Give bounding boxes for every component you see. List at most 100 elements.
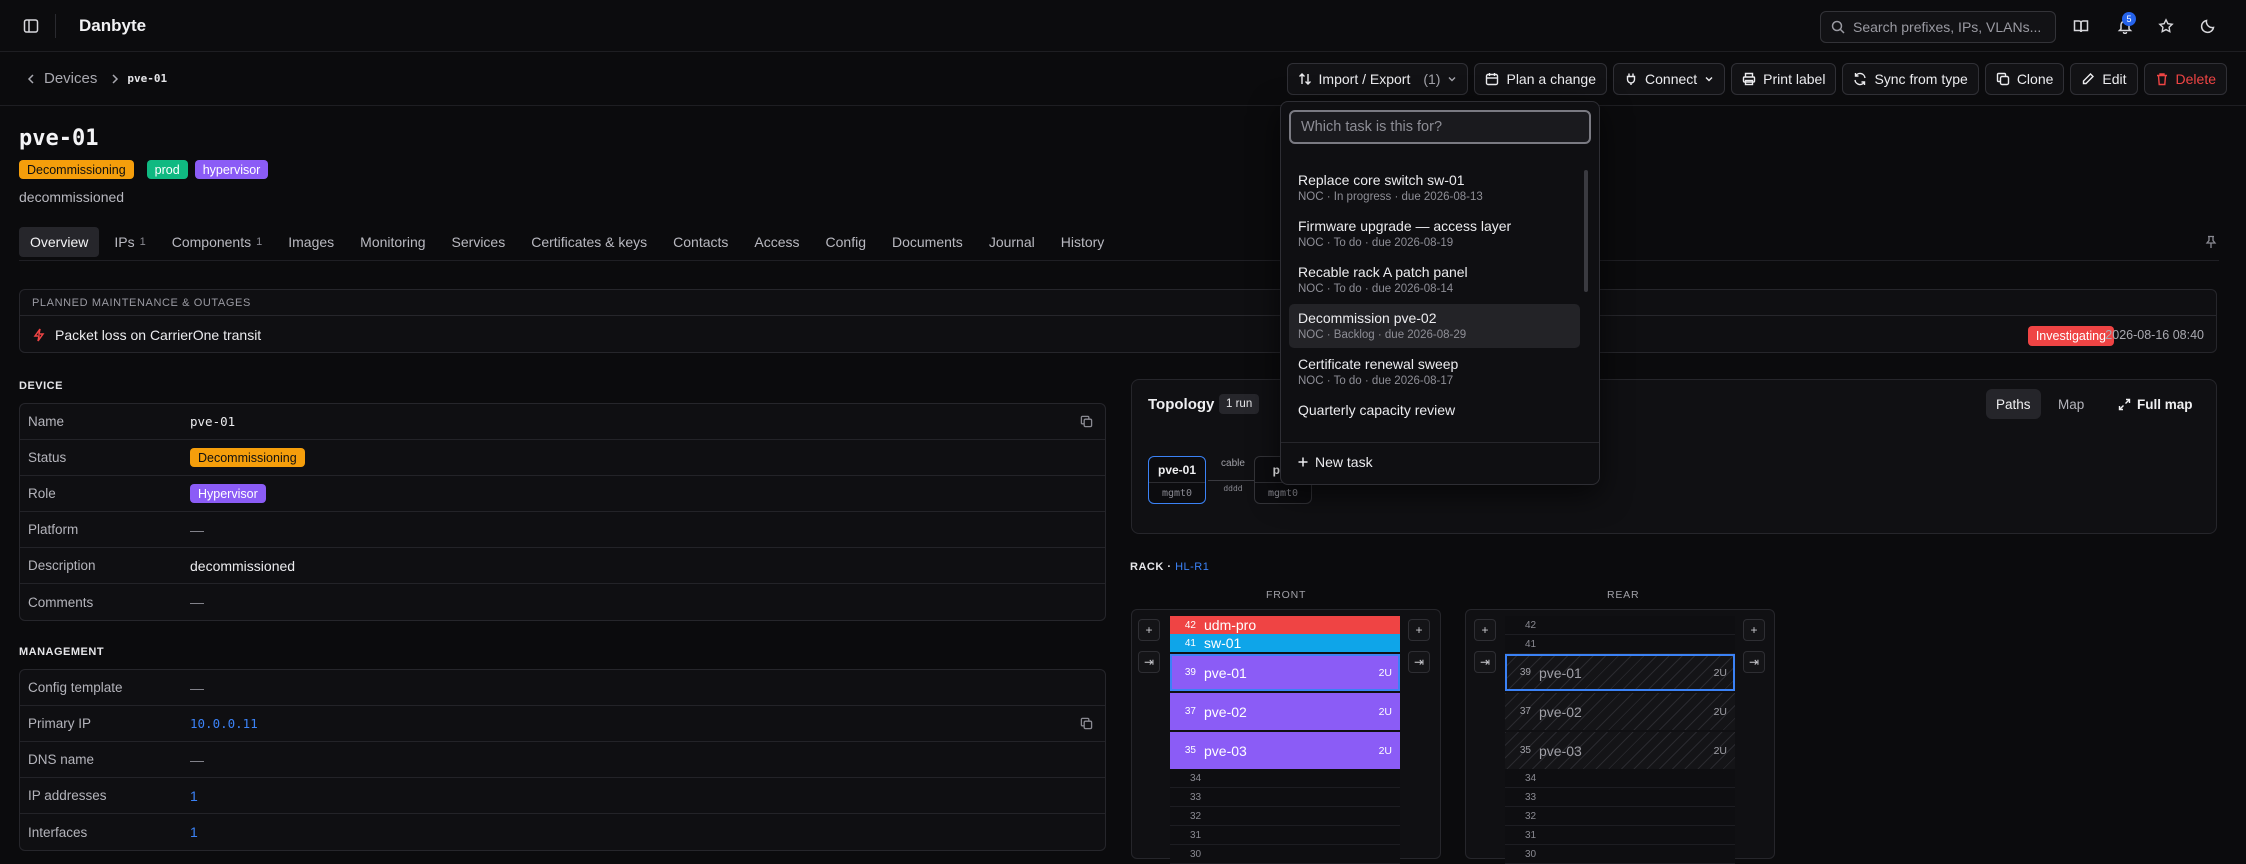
task-title: Replace core switch sw-01 [1298, 172, 1465, 188]
favorite-star-icon[interactable] [2151, 11, 2181, 41]
breadcrumb-devices-link[interactable]: Devices [44, 70, 97, 87]
rack-empty-unit[interactable]: 30 [1170, 845, 1400, 864]
app-brand[interactable]: Danbyte [79, 16, 146, 36]
connect-button[interactable]: Connect [1613, 63, 1726, 95]
rack-device-udm-pro[interactable]: 42 udm-pro [1170, 616, 1400, 634]
tab-access[interactable]: Access [743, 227, 810, 257]
rack-rear-device-pve-02[interactable]: 37 pve-02 2U [1505, 693, 1735, 730]
role-badge[interactable]: Hypervisor [190, 484, 266, 503]
print-label-button[interactable]: Print label [1731, 63, 1837, 95]
zoom-in-icon[interactable]: + [1743, 619, 1765, 641]
tab-components[interactable]: Components 1 [161, 227, 274, 257]
copy-icon[interactable] [1080, 717, 1093, 730]
theme-moon-icon[interactable] [2193, 11, 2223, 41]
plan-change-button[interactable]: Plan a change [1474, 63, 1608, 95]
rack-empty-unit[interactable]: 34 [1170, 769, 1400, 788]
task-option[interactable]: Quarterly capacity review [1289, 396, 1580, 426]
tab-images[interactable]: Images [277, 227, 345, 257]
primary-ip-link[interactable]: 10.0.0.11 [190, 716, 258, 731]
chevron-left-icon[interactable] [26, 73, 36, 85]
plug-icon [1624, 72, 1638, 86]
row-key: Interfaces [28, 824, 88, 840]
device-row-comments: Comments — [20, 584, 1105, 620]
zoom-in-icon[interactable]: + [1408, 619, 1430, 641]
rack-empty-unit[interactable]: 32 [1505, 807, 1735, 826]
maintenance-item[interactable]: Packet loss on CarrierOne transit [20, 316, 2216, 353]
tab-contacts[interactable]: Contacts [662, 227, 739, 257]
view-paths-toggle[interactable]: Paths [1986, 389, 2041, 419]
tab-certificates[interactable]: Certificates & keys [520, 227, 658, 257]
arrow-right-icon[interactable]: ⇥ [1474, 651, 1496, 673]
rack-empty-unit[interactable]: 33 [1170, 788, 1400, 807]
arrow-right-icon[interactable]: ⇥ [1138, 651, 1160, 673]
rack-device-pve-03[interactable]: 35 pve-03 2U [1170, 732, 1400, 769]
tag-prod[interactable]: prod [146, 160, 188, 179]
rack-empty-unit[interactable]: 30 [1505, 845, 1735, 864]
rack-device-name: pve-01 [1539, 664, 1582, 681]
search-placeholder: Search prefixes, IPs, VLANs... [1853, 19, 2042, 35]
new-task-button[interactable]: New task [1297, 454, 1373, 470]
copy-icon[interactable] [1080, 415, 1093, 428]
row-value: — [190, 751, 204, 768]
task-option[interactable]: Replace core switch sw-01 NOC · In progr… [1289, 166, 1580, 210]
clone-button[interactable]: Clone [1984, 63, 2065, 95]
search-input[interactable]: Search prefixes, IPs, VLANs... [1820, 11, 2056, 43]
interfaces-link[interactable]: 1 [190, 824, 198, 840]
full-map-button[interactable]: Full map [2108, 389, 2203, 419]
pin-icon[interactable] [2196, 227, 2226, 257]
tab-config[interactable]: Config [815, 227, 877, 257]
sidebar-toggle-icon[interactable] [16, 11, 46, 41]
tab-overview[interactable]: Overview [19, 227, 100, 257]
sync-from-type-button[interactable]: Sync from type [1842, 63, 1979, 95]
import-export-button[interactable]: Import / Export (1) [1286, 63, 1469, 95]
delete-button[interactable]: Delete [2143, 63, 2227, 95]
rack-device-pve-01[interactable]: 39 pve-01 2U [1170, 654, 1400, 691]
rack-rear-unit[interactable]: 42 [1505, 616, 1735, 635]
tag-hypervisor[interactable]: hypervisor [194, 160, 269, 179]
rack-rear-device-pve-01[interactable]: 39 pve-01 2U [1505, 654, 1735, 691]
row-value: decommissioned [190, 557, 296, 574]
rack-empty-unit[interactable]: 32 [1170, 807, 1400, 826]
arrow-right-icon[interactable]: ⇥ [1408, 651, 1430, 673]
full-map-label: Full map [2137, 396, 2193, 412]
zoom-in-icon[interactable]: + [1474, 619, 1496, 641]
chevron-down-icon [1704, 74, 1714, 84]
status-and-tags: Decommissioning prod hypervisor [19, 160, 269, 179]
device-row-platform: Platform — [20, 512, 1105, 548]
device-section-title: DEVICE [19, 380, 63, 392]
tab-divider [19, 260, 2219, 261]
tab-history[interactable]: History [1050, 227, 1116, 257]
rack-empty-unit[interactable]: 34 [1505, 769, 1735, 788]
rack-device-pve-02[interactable]: 37 pve-02 2U [1170, 693, 1400, 730]
rack-empty-unit[interactable]: 31 [1170, 826, 1400, 845]
task-option-highlighted[interactable]: Decommission pve-02 NOC · Backlog · due … [1289, 304, 1580, 348]
task-option[interactable]: Firmware upgrade — access layer NOC · To… [1289, 212, 1580, 256]
ip-addresses-link[interactable]: 1 [190, 788, 198, 804]
task-option[interactable]: Certificate renewal sweep NOC · To do · … [1289, 350, 1580, 394]
status-badge: Decommissioning [19, 160, 134, 179]
task-option[interactable]: Recable rack A patch panel NOC · To do ·… [1289, 258, 1580, 302]
rack-empty-unit[interactable]: 31 [1505, 826, 1735, 845]
rack-device-sw-01[interactable]: 41 sw-01 [1170, 634, 1400, 652]
connect-label: Connect [1645, 71, 1698, 87]
rack-device-name: pve-03 [1539, 742, 1582, 759]
rack-link[interactable]: HL-R1 [1175, 561, 1209, 573]
topology-node-a[interactable]: pve-01 mgmt0 [1148, 456, 1206, 504]
rack-rear-device-pve-03[interactable]: 35 pve-03 2U [1505, 732, 1735, 769]
tab-services[interactable]: Services [441, 227, 517, 257]
view-map-toggle[interactable]: Map [2048, 389, 2094, 419]
unit-size: 2U [1713, 744, 1727, 757]
tab-documents[interactable]: Documents [881, 227, 974, 257]
dropdown-scrollbar[interactable] [1584, 170, 1588, 292]
rack-empty-unit[interactable]: 33 [1505, 788, 1735, 807]
edit-button[interactable]: Edit [2070, 63, 2138, 95]
tab-monitoring[interactable]: Monitoring [349, 227, 436, 257]
arrow-right-icon[interactable]: ⇥ [1743, 651, 1765, 673]
task-meta: NOC · To do · due 2026-08-19 [1298, 237, 1454, 249]
tab-journal[interactable]: Journal [978, 227, 1046, 257]
zoom-in-icon[interactable]: + [1138, 619, 1160, 641]
tab-ips[interactable]: IPs 1 [103, 227, 156, 257]
task-search-input[interactable]: Which task is this for? [1289, 110, 1591, 144]
docs-book-icon[interactable] [2066, 11, 2096, 41]
rack-rear-unit[interactable]: 41 [1505, 635, 1735, 654]
